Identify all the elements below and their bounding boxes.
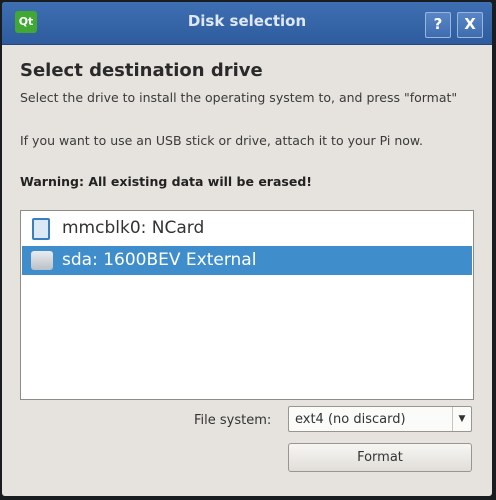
window-title: Disk selection <box>187 12 307 30</box>
instruction-text: Select the drive to install the operatin… <box>20 90 458 105</box>
file-system-value: ext4 (no discard) <box>295 412 406 427</box>
title-bar[interactable]: Qt Disk selection ? X <box>2 2 492 45</box>
chevron-down-icon[interactable]: ▼ <box>452 407 471 431</box>
warning-text: Warning: All existing data will be erase… <box>20 174 312 189</box>
drive-label: mmcblk0: NCard <box>62 218 205 238</box>
drive-item-mmcblk0[interactable]: mmcblk0: NCard <box>22 214 472 243</box>
drive-label: sda: 1600BEV External <box>62 250 257 270</box>
drive-list[interactable]: mmcblk0: NCard sda: 1600BEV External <box>20 210 474 400</box>
close-button[interactable]: X <box>457 12 483 38</box>
page-title: Select destination drive <box>20 60 263 81</box>
disk-selection-dialog: Qt Disk selection ? X Select destination… <box>2 2 492 496</box>
hard-disk-icon <box>31 251 53 270</box>
usb-hint-text: If you want to use an USB stick or drive… <box>20 133 423 148</box>
sd-card-icon <box>32 218 50 240</box>
drive-item-sda[interactable]: sda: 1600BEV External <box>22 246 472 275</box>
help-button[interactable]: ? <box>425 12 451 38</box>
format-button[interactable]: Format <box>288 443 472 472</box>
file-system-label: File system: <box>194 413 272 428</box>
file-system-select[interactable]: ext4 (no discard) ▼ <box>288 406 472 432</box>
